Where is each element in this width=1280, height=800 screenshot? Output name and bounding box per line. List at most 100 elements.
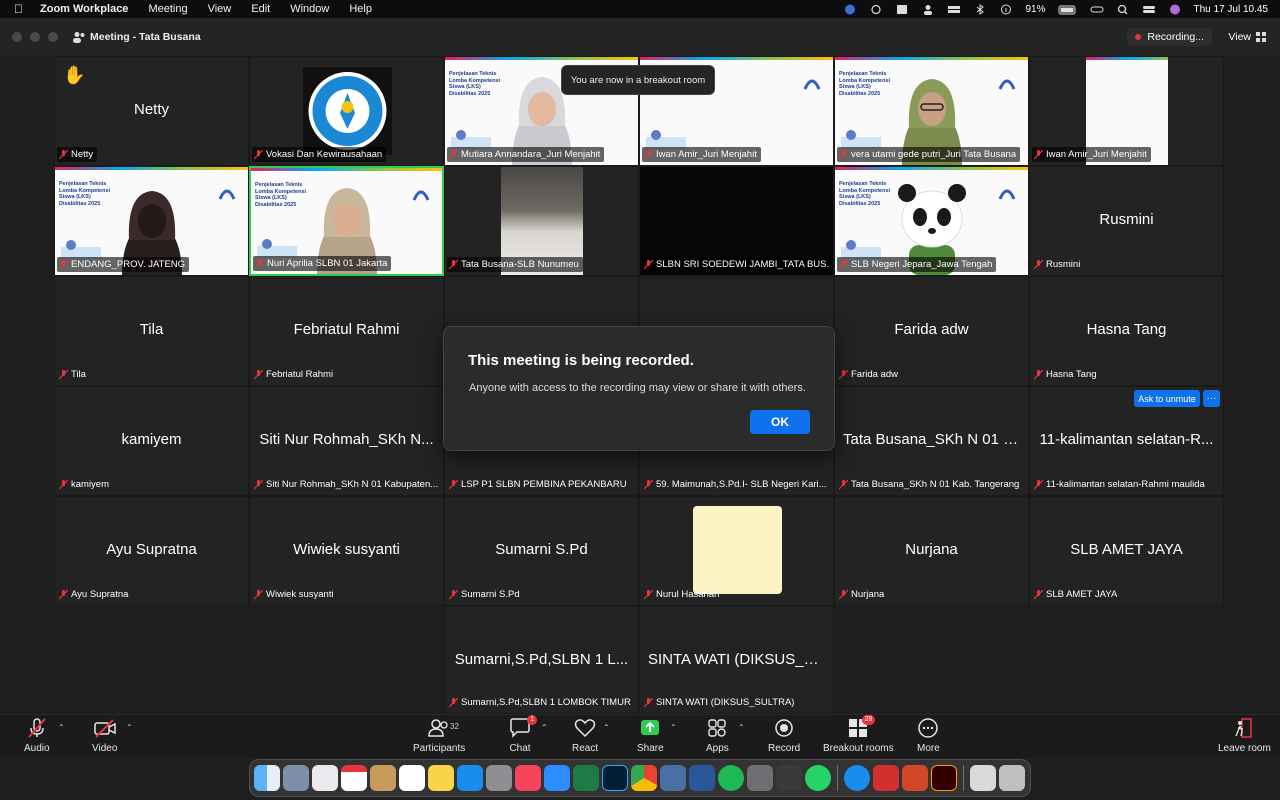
record-button[interactable]: Record [768, 717, 800, 754]
participant-tile[interactable]: SINTA WATI (DIKSUS_S... SINTA WATI (DIKS… [639, 606, 834, 714]
spotify-icon[interactable] [718, 765, 744, 791]
photoshop-icon[interactable] [602, 765, 628, 791]
participant-tile[interactable]: Siti Nur Rohmah_SKh N... Siti Nur Rohmah… [249, 386, 444, 496]
close-window-button[interactable] [12, 32, 22, 42]
chat-button[interactable]: 1 Chat [509, 715, 537, 754]
illustrator-icon[interactable] [931, 765, 957, 791]
participant-tile[interactable]: Iwan Amir_Juri Menjahit [1029, 56, 1224, 166]
menu-window[interactable]: Window [290, 3, 329, 15]
participant-tile[interactable]: Tata Busana_SKh N 01 K... Tata Busana_SK… [834, 386, 1029, 496]
stack-icon[interactable] [947, 4, 961, 15]
participant-tile[interactable]: Nurjana Nurjana [834, 496, 1029, 606]
menu-help[interactable]: Help [349, 3, 372, 15]
share-options-chevron-icon[interactable]: ⌃ [670, 723, 677, 732]
control-center-icon[interactable] [1142, 4, 1156, 15]
video-button[interactable]: Video [92, 717, 117, 754]
participant-tile[interactable]: Vokasi Dan Kewirausahaan [249, 56, 444, 166]
audio-options-chevron-icon[interactable]: ⌃ [58, 723, 65, 732]
breakout-rooms-button[interactable]: 28 Breakout rooms [823, 715, 894, 754]
system-settings-icon[interactable] [486, 765, 512, 791]
participant-tile[interactable]: Febriatul Rahmi Febriatul Rahmi [249, 276, 444, 386]
excel-icon[interactable] [573, 765, 599, 791]
mic-muted-icon [839, 149, 848, 159]
participant-tile[interactable]: Wiwiek susyanti Wiwiek susyanti [249, 496, 444, 606]
battery-icon[interactable] [1058, 4, 1078, 15]
participant-tile[interactable]: Farida adw Farida adw [834, 276, 1029, 386]
participant-tile[interactable]: Penjelasan Teknis Lomba Kompetensi Siswa… [54, 166, 249, 276]
more-button[interactable]: More [917, 717, 940, 754]
participant-tile[interactable]: SLB AMET JAYA SLB AMET JAYA [1029, 496, 1224, 606]
search-icon[interactable] [1116, 4, 1130, 15]
participant-tile[interactable]: Ayu Supratna Ayu Supratna [54, 496, 249, 606]
view-button[interactable]: View [1228, 31, 1266, 43]
tile-more-options-button[interactable]: ··· [1203, 390, 1220, 407]
maps-icon[interactable] [312, 765, 338, 791]
info-icon[interactable] [999, 4, 1013, 15]
zoom-app-icon[interactable] [544, 765, 570, 791]
finder-icon[interactable] [254, 765, 280, 791]
app-store-icon[interactable] [457, 765, 483, 791]
user-icon[interactable] [921, 4, 935, 15]
apps-button[interactable]: Apps [706, 717, 729, 754]
participant-name: Wiwiek susyanti [266, 589, 334, 600]
chrome-icon[interactable] [631, 765, 657, 791]
react-button[interactable]: React [572, 717, 598, 754]
siri-icon[interactable] [1168, 4, 1182, 15]
react-options-chevron-icon[interactable]: ⌃ [603, 723, 610, 732]
leave-room-button[interactable]: Leave room [1218, 717, 1271, 754]
apple-icon[interactable]:  [14, 2, 34, 16]
notes-icon[interactable] [428, 765, 454, 791]
menu-view[interactable]: View [208, 3, 232, 15]
mic-muted-icon [644, 479, 653, 489]
minimize-window-button[interactable] [30, 32, 40, 42]
share-button[interactable]: Share [637, 717, 664, 754]
zoom-status-icon[interactable] [843, 4, 857, 15]
menu-app[interactable]: Zoom Workplace [40, 3, 128, 15]
participant-tile[interactable]: Penjelasan Teknis Lomba Kompetensi Siswa… [834, 56, 1029, 166]
dock-separator [963, 765, 964, 791]
chat-options-chevron-icon[interactable]: ⌃ [541, 723, 548, 732]
menu-edit[interactable]: Edit [251, 3, 270, 15]
participant-tile[interactable]: SLBN SRI SOEDEWI JAMBI_TATA BUS... [639, 166, 834, 276]
calculator-icon[interactable] [747, 765, 773, 791]
participant-tile[interactable]: Hasna Tang Hasna Tang [1029, 276, 1224, 386]
participant-tile[interactable]: ✋ Netty Netty [54, 56, 249, 166]
apps-options-chevron-icon[interactable]: ⌃ [738, 723, 745, 732]
participant-tile[interactable]: Tata Busana-SLB Nunumeu [444, 166, 639, 276]
ask-to-unmute-button[interactable]: Ask to unmute [1134, 390, 1200, 407]
participant-tile[interactable]: Tila Tila [54, 276, 249, 386]
participant-tile[interactable]: Nurul Hasanah [639, 496, 834, 606]
participant-tile-speaking[interactable]: Penjelasan Teknis Lomba Kompetensi Siswa… [249, 166, 444, 276]
ok-button[interactable]: OK [750, 410, 810, 434]
word-icon[interactable] [689, 765, 715, 791]
clock[interactable]: Thu 17 Jul 10.45 [1194, 4, 1269, 15]
calendar-icon[interactable] [341, 765, 367, 791]
safari-icon[interactable] [844, 765, 870, 791]
vpn-icon[interactable] [869, 4, 883, 15]
trash-icon[interactable] [999, 765, 1025, 791]
aperture-icon[interactable] [776, 765, 802, 791]
bluetooth-icon[interactable] [973, 3, 987, 15]
acrobat-icon[interactable] [873, 765, 899, 791]
fullscreen-window-button[interactable] [48, 32, 58, 42]
preview-icon[interactable] [660, 765, 686, 791]
downloads-stack-icon[interactable] [970, 765, 996, 791]
participant-tile[interactable]: kamiyem kamiyem [54, 386, 249, 496]
music-icon[interactable] [515, 765, 541, 791]
video-options-chevron-icon[interactable]: ⌃ [126, 723, 133, 732]
participant-tile[interactable]: Sumarni,S.Pd,SLBN 1 L... Sumarni,S.Pd,SL… [444, 606, 639, 714]
link-icon[interactable] [1090, 4, 1104, 15]
more-icon [918, 718, 939, 738]
reminders-icon[interactable] [399, 765, 425, 791]
menu-meeting[interactable]: Meeting [148, 3, 187, 15]
launchpad-icon[interactable] [283, 765, 309, 791]
participant-tile[interactable]: Rusmini Rusmini [1029, 166, 1224, 276]
participant-tile[interactable]: Sumarni S.Pd Sumarni S.Pd [444, 496, 639, 606]
participant-tile[interactable]: Penjelasan Teknis Lomba Kompetensi Siswa… [834, 166, 1029, 276]
contacts-icon[interactable] [370, 765, 396, 791]
screen-icon[interactable] [895, 4, 909, 15]
audio-button[interactable]: Audio [24, 717, 50, 754]
recording-indicator[interactable]: Recording... [1127, 28, 1212, 46]
powerpoint-icon[interactable] [902, 765, 928, 791]
whatsapp-icon[interactable] [805, 765, 831, 791]
